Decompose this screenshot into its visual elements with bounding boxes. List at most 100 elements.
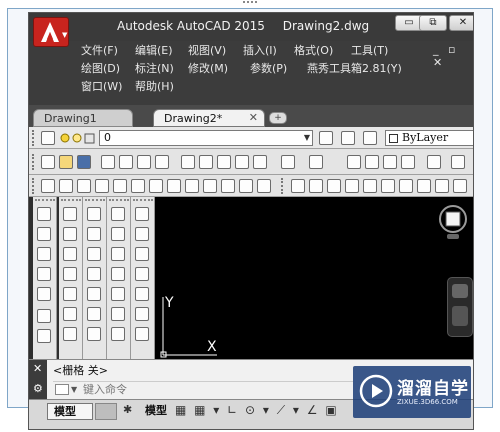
save-icon[interactable] <box>77 155 91 169</box>
publish-icon[interactable] <box>137 155 151 169</box>
viewcube-icon[interactable] <box>437 201 469 241</box>
redo-icon[interactable] <box>309 155 323 169</box>
cut-icon[interactable] <box>181 155 195 169</box>
lengthen-icon[interactable] <box>135 307 149 321</box>
block-editor-icon[interactable] <box>253 155 267 169</box>
draw-order-icon[interactable] <box>37 207 51 221</box>
jogged-linear-icon[interactable] <box>345 179 359 193</box>
palette-grip[interactable] <box>133 199 153 202</box>
continue-dimension-icon[interactable] <box>221 179 235 193</box>
layer-match-icon[interactable] <box>363 131 377 145</box>
menu-help[interactable]: 帮助(H) <box>135 78 174 94</box>
aligned-dimension-icon[interactable] <box>59 179 73 193</box>
model-space-toggle[interactable]: 模型 <box>145 403 167 420</box>
dimension-style-icon[interactable] <box>417 179 431 193</box>
pan-zoom-icon[interactable] <box>452 306 468 326</box>
dimension-update-icon[interactable] <box>399 179 413 193</box>
pan-icon[interactable] <box>347 155 361 169</box>
arc-length-icon[interactable] <box>77 179 91 193</box>
palette-grip[interactable] <box>85 199 105 202</box>
paint-brush-icon[interactable] <box>111 207 125 221</box>
close-tab-icon[interactable]: ✕ <box>249 111 258 124</box>
text-edit-icon[interactable] <box>37 227 51 241</box>
menu-edit[interactable]: 编辑(E) <box>135 42 173 58</box>
tab-drawing2[interactable]: Drawing2* ✕ <box>153 109 265 127</box>
new-tab-button[interactable]: + <box>269 112 287 124</box>
array-icon[interactable] <box>87 287 101 301</box>
new-file-icon[interactable] <box>41 155 55 169</box>
arc-icon[interactable] <box>63 307 77 321</box>
polyline-icon[interactable] <box>63 247 77 261</box>
close-icon[interactable]: ✕ <box>33 362 42 375</box>
layer-dropdown[interactable]: 0 ▼ <box>99 130 313 146</box>
blend-icon[interactable] <box>135 287 149 301</box>
align-icon[interactable] <box>135 327 149 341</box>
mirror-icon[interactable] <box>87 247 101 261</box>
diameter-dimension-icon[interactable] <box>149 179 163 193</box>
menu-tools[interactable]: 工具(T) <box>351 42 388 58</box>
application-menu-button[interactable]: ▼ <box>33 17 69 47</box>
break-icon[interactable] <box>111 327 125 341</box>
construction-line-icon[interactable] <box>63 227 77 241</box>
toolbar-grip[interactable] <box>32 130 36 146</box>
menu-window[interactable]: 窗口(W) <box>81 78 122 94</box>
toolbar-grip[interactable] <box>281 178 285 194</box>
menu-file[interactable]: 文件(F) <box>81 42 118 58</box>
zoom-realtime-icon[interactable] <box>365 155 379 169</box>
erase-object-icon[interactable] <box>87 207 101 221</box>
offset-icon[interactable] <box>87 267 101 281</box>
3d-print-icon[interactable] <box>155 155 169 169</box>
radius-dimension-icon[interactable] <box>113 179 127 193</box>
multiline-text-icon[interactable] <box>37 267 51 281</box>
menu-modify[interactable]: 修改(M) <box>188 60 228 76</box>
stretch-icon[interactable] <box>111 267 125 281</box>
layer-properties-icon[interactable] <box>41 131 55 145</box>
layer-state-icons[interactable] <box>59 130 97 146</box>
menu-yanxiu-toolbox[interactable]: 燕秀工具箱2.81(Y) <box>307 60 402 76</box>
jogged-dimension-icon[interactable] <box>131 179 145 193</box>
menu-insert[interactable]: 插入(I) <box>243 42 277 58</box>
top-resize-handle[interactable] <box>243 1 257 5</box>
tab-drawing1[interactable]: Drawing1 <box>33 109 133 127</box>
table-icon[interactable] <box>37 329 51 343</box>
zoom-previous-icon[interactable] <box>401 155 415 169</box>
copy-object-icon[interactable] <box>87 227 101 241</box>
layer-walk-icon[interactable] <box>37 287 51 301</box>
trim-icon[interactable] <box>111 287 125 301</box>
dimension-reassociate-icon[interactable] <box>453 179 467 193</box>
color-dropdown[interactable]: ByLayer <box>385 130 473 146</box>
match-properties-icon[interactable] <box>235 155 249 169</box>
close-button[interactable]: ✕ <box>449 15 473 31</box>
copy-icon[interactable] <box>199 155 213 169</box>
paste-icon[interactable] <box>217 155 231 169</box>
tolerance-icon[interactable] <box>291 179 305 193</box>
baseline-dimension-icon[interactable] <box>203 179 217 193</box>
menu-draw[interactable]: 绘图(D) <box>81 60 120 76</box>
drawing-canvas[interactable]: Y X <box>155 197 473 359</box>
toolbar-grip[interactable] <box>32 178 36 194</box>
fillet-icon[interactable] <box>135 267 149 281</box>
dimension-override-icon[interactable] <box>435 179 449 193</box>
quick-dimension-icon[interactable] <box>185 179 199 193</box>
polygon-icon[interactable] <box>63 267 77 281</box>
dimension-break-icon[interactable] <box>257 179 271 193</box>
make-current-layer-icon[interactable] <box>319 131 333 145</box>
open-folder-icon[interactable] <box>59 155 73 169</box>
tab-model[interactable]: 模型 <box>47 403 93 420</box>
print-icon[interactable] <box>101 155 115 169</box>
inspection-icon[interactable] <box>327 179 341 193</box>
angular-dimension-icon[interactable] <box>167 179 181 193</box>
command-input[interactable]: ▼ 键入命令 <box>53 381 353 397</box>
layer-previous-icon[interactable] <box>341 131 355 145</box>
rotate-icon[interactable] <box>87 327 101 341</box>
dimension-text-edit-icon[interactable] <box>381 179 395 193</box>
menu-parametric[interactable]: 参数(P) <box>250 60 287 76</box>
wrench-icon[interactable]: ⚙ <box>33 382 43 395</box>
steering-wheel-icon[interactable] <box>452 284 468 298</box>
design-center-icon[interactable] <box>451 155 465 169</box>
center-mark-icon[interactable] <box>309 179 323 193</box>
chamfer-icon[interactable] <box>135 247 149 261</box>
ordinate-dimension-icon[interactable] <box>95 179 109 193</box>
properties-icon[interactable] <box>427 155 441 169</box>
linear-dimension-icon[interactable] <box>41 179 55 193</box>
